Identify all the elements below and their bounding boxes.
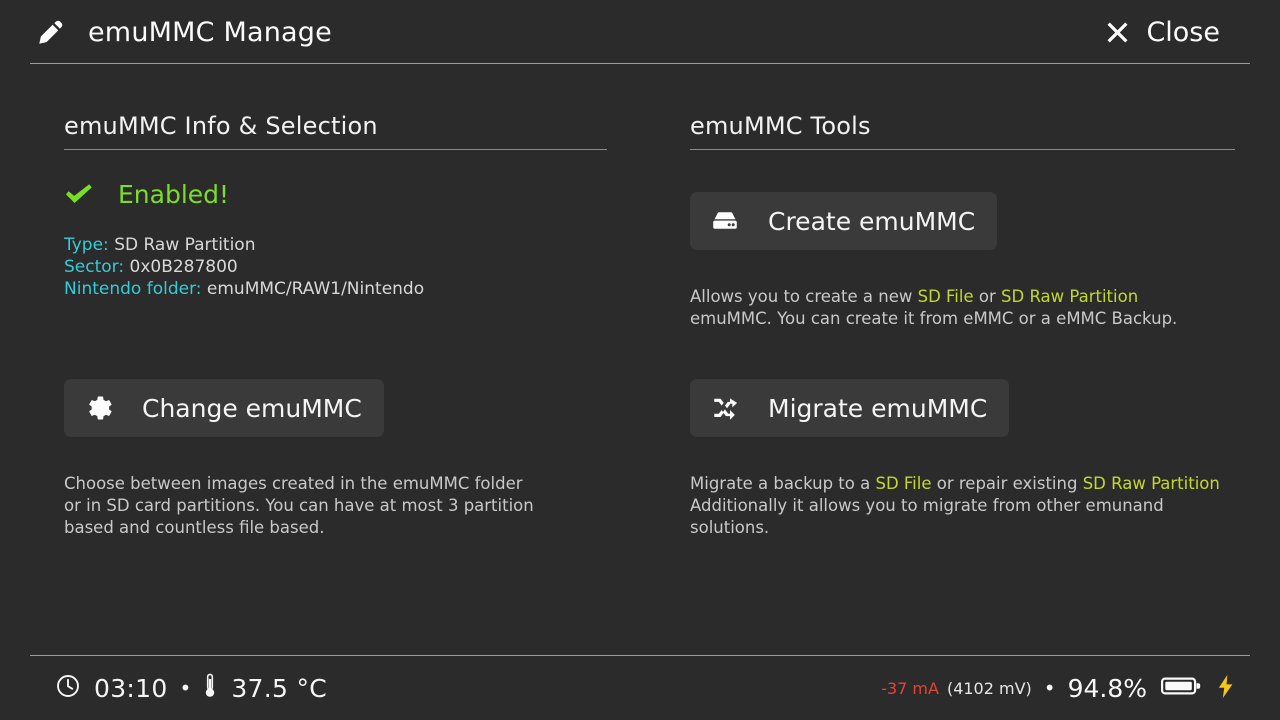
checkmark-icon [64, 182, 94, 206]
right-panel: emuMMC Tools [690, 112, 1235, 176]
window-header: emuMMC Manage Close [0, 0, 1280, 64]
clock-icon [56, 674, 80, 702]
temperature-value: 37.5 °C [231, 674, 327, 703]
create-desc-text-1: Allows you to create a new [690, 287, 918, 306]
migrate-desc-highlight-2: SD Raw Partition [1083, 474, 1220, 493]
clock-time: 03:10 [94, 674, 168, 703]
status-separator-2: • [1044, 678, 1056, 698]
create-emummc-button[interactable]: Create emuMMC [690, 192, 997, 250]
shuffle-icon [710, 393, 740, 423]
migrate-desc-text-2: or repair existing [932, 474, 1083, 493]
right-section-title: emuMMC Tools [690, 112, 1235, 149]
create-emummc-description: Allows you to create a new SD File or SD… [690, 286, 1246, 330]
thermometer-icon [203, 673, 217, 703]
status-separator-1: • [180, 678, 192, 698]
info-line-type: Type: SD Raw Partition [64, 234, 607, 256]
statusbar-divider [30, 655, 1250, 656]
battery-percent: 94.8% [1068, 674, 1147, 703]
battery-voltage: (4102 mV) [947, 679, 1032, 698]
info-line-nintendo-folder: Nintendo folder: emuMMC/RAW1/Nintendo [64, 278, 607, 300]
info-value-sector: 0x0B287800 [130, 257, 238, 277]
pencil-icon [36, 17, 66, 47]
migrate-emummc-button[interactable]: Migrate emuMMC [690, 379, 1009, 437]
emummc-status-text: Enabled! [118, 180, 229, 209]
create-emummc-button-wrap: Create emuMMC [690, 192, 997, 250]
migrate-desc-highlight-1: SD File [875, 474, 931, 493]
change-desc-line-3: based and countless file based. [64, 517, 584, 539]
left-section-title: emuMMC Info & Selection [64, 112, 607, 149]
migrate-emummc-button-label: Migrate emuMMC [768, 394, 987, 423]
header-divider [30, 63, 1250, 64]
info-key-nintendo-folder: Nintendo folder: [64, 279, 202, 299]
change-desc-line-1: Choose between images created in the emu… [64, 473, 584, 495]
info-key-sector: Sector: [64, 257, 124, 277]
create-desc-highlight-1: SD File [918, 287, 974, 306]
create-desc-line-2: emuMMC. You can create it from eMMC or a… [690, 308, 1246, 330]
change-desc-line-2: or in SD card partitions. You can have a… [64, 495, 584, 517]
right-section-divider [690, 149, 1235, 150]
migrate-desc-line-3: solutions. [690, 517, 1246, 539]
left-section-divider [64, 149, 607, 150]
change-emummc-button[interactable]: Change emuMMC [64, 379, 384, 437]
battery-current: -37 mA [881, 679, 939, 698]
gear-icon [84, 393, 114, 423]
change-emummc-button-wrap: Change emuMMC [64, 379, 384, 437]
create-desc-text-2: or [974, 287, 1001, 306]
emummc-status-row: Enabled! [64, 176, 607, 212]
info-value-nintendo-folder: emuMMC/RAW1/Nintendo [207, 279, 424, 299]
emummc-manage-screen: emuMMC Manage Close emuMMC Info & Select… [0, 0, 1280, 720]
status-bar: 03:10 • 37.5 °C -37 mA (4102 mV) • 94.8% [0, 664, 1280, 714]
migrate-desc-line-1: Migrate a backup to a SD File or repair … [690, 473, 1246, 495]
hard-drive-icon [710, 206, 740, 236]
create-desc-line-1: Allows you to create a new SD File or SD… [690, 286, 1246, 308]
status-bar-left: 03:10 • 37.5 °C [56, 664, 327, 712]
create-emummc-button-label: Create emuMMC [768, 207, 975, 236]
emummc-info-block: Type: SD Raw Partition Sector: 0x0B28780… [64, 234, 607, 300]
close-button[interactable]: Close [1105, 0, 1220, 64]
migrate-emummc-description: Migrate a backup to a SD File or repair … [690, 473, 1246, 539]
close-label: Close [1146, 17, 1220, 48]
status-bar-right: -37 mA (4102 mV) • 94.8% [881, 664, 1234, 712]
header-left-group: emuMMC Manage [36, 17, 332, 48]
close-x-icon [1105, 20, 1130, 45]
migrate-desc-text-1: Migrate a backup to a [690, 474, 875, 493]
create-desc-highlight-2: SD Raw Partition [1001, 287, 1138, 306]
change-emummc-description: Choose between images created in the emu… [64, 473, 584, 539]
migrate-desc-line-2: Additionally it allows you to migrate fr… [690, 495, 1246, 517]
migrate-emummc-button-wrap: Migrate emuMMC [690, 379, 1009, 437]
info-key-type: Type: [64, 235, 109, 255]
info-line-sector: Sector: 0x0B287800 [64, 256, 607, 278]
change-emummc-button-label: Change emuMMC [142, 394, 362, 423]
lightning-bolt-icon [1217, 674, 1234, 703]
info-value-type: SD Raw Partition [114, 235, 255, 255]
battery-icon [1161, 676, 1201, 700]
page-title: emuMMC Manage [88, 17, 332, 48]
left-panel: emuMMC Info & Selection Enabled! Type: S… [64, 112, 607, 300]
